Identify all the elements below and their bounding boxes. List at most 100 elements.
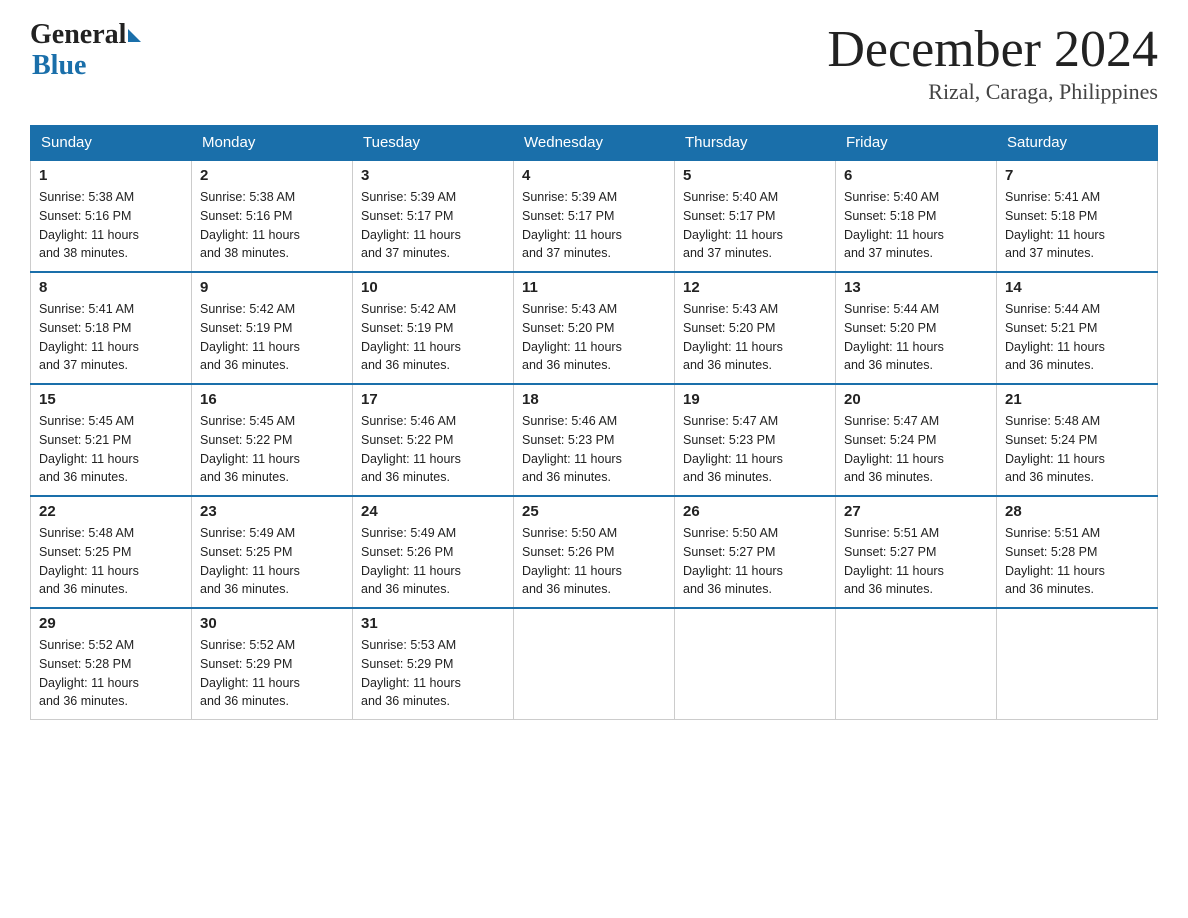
day-number: 16: [200, 391, 344, 408]
calendar-week-row: 29 Sunrise: 5:52 AMSunset: 5:28 PMDaylig…: [31, 608, 1158, 720]
col-monday: Monday: [192, 126, 353, 161]
logo-triangle-icon: [128, 29, 141, 42]
title-block: December 2024 Rizal, Caraga, Philippines: [827, 20, 1158, 105]
table-row: 6 Sunrise: 5:40 AMSunset: 5:18 PMDayligh…: [836, 160, 997, 272]
day-info: Sunrise: 5:47 AMSunset: 5:23 PMDaylight:…: [683, 414, 783, 484]
table-row: 20 Sunrise: 5:47 AMSunset: 5:24 PMDaylig…: [836, 384, 997, 496]
day-info: Sunrise: 5:43 AMSunset: 5:20 PMDaylight:…: [683, 302, 783, 372]
day-info: Sunrise: 5:38 AMSunset: 5:16 PMDaylight:…: [39, 190, 139, 260]
day-number: 27: [844, 503, 988, 520]
day-number: 28: [1005, 503, 1149, 520]
day-number: 20: [844, 391, 988, 408]
day-info: Sunrise: 5:52 AMSunset: 5:28 PMDaylight:…: [39, 638, 139, 708]
day-info: Sunrise: 5:46 AMSunset: 5:22 PMDaylight:…: [361, 414, 461, 484]
day-info: Sunrise: 5:42 AMSunset: 5:19 PMDaylight:…: [361, 302, 461, 372]
day-info: Sunrise: 5:50 AMSunset: 5:27 PMDaylight:…: [683, 526, 783, 596]
day-info: Sunrise: 5:40 AMSunset: 5:18 PMDaylight:…: [844, 190, 944, 260]
table-row: 7 Sunrise: 5:41 AMSunset: 5:18 PMDayligh…: [997, 160, 1158, 272]
day-info: Sunrise: 5:47 AMSunset: 5:24 PMDaylight:…: [844, 414, 944, 484]
logo: General Blue: [30, 20, 141, 82]
day-number: 11: [522, 279, 666, 296]
table-row: 30 Sunrise: 5:52 AMSunset: 5:29 PMDaylig…: [192, 608, 353, 720]
table-row: [514, 608, 675, 720]
table-row: 16 Sunrise: 5:45 AMSunset: 5:22 PMDaylig…: [192, 384, 353, 496]
table-row: 4 Sunrise: 5:39 AMSunset: 5:17 PMDayligh…: [514, 160, 675, 272]
calendar-week-row: 15 Sunrise: 5:45 AMSunset: 5:21 PMDaylig…: [31, 384, 1158, 496]
col-wednesday: Wednesday: [514, 126, 675, 161]
day-number: 29: [39, 615, 183, 632]
table-row: 13 Sunrise: 5:44 AMSunset: 5:20 PMDaylig…: [836, 272, 997, 384]
logo-general: General: [30, 20, 126, 51]
day-info: Sunrise: 5:45 AMSunset: 5:21 PMDaylight:…: [39, 414, 139, 484]
table-row: [675, 608, 836, 720]
table-row: 26 Sunrise: 5:50 AMSunset: 5:27 PMDaylig…: [675, 496, 836, 608]
day-info: Sunrise: 5:42 AMSunset: 5:19 PMDaylight:…: [200, 302, 300, 372]
table-row: 9 Sunrise: 5:42 AMSunset: 5:19 PMDayligh…: [192, 272, 353, 384]
day-number: 26: [683, 503, 827, 520]
table-row: 24 Sunrise: 5:49 AMSunset: 5:26 PMDaylig…: [353, 496, 514, 608]
day-number: 25: [522, 503, 666, 520]
table-row: 17 Sunrise: 5:46 AMSunset: 5:22 PMDaylig…: [353, 384, 514, 496]
col-thursday: Thursday: [675, 126, 836, 161]
day-number: 10: [361, 279, 505, 296]
day-number: 13: [844, 279, 988, 296]
table-row: 23 Sunrise: 5:49 AMSunset: 5:25 PMDaylig…: [192, 496, 353, 608]
page-header: General Blue December 2024 Rizal, Caraga…: [30, 20, 1158, 105]
day-info: Sunrise: 5:43 AMSunset: 5:20 PMDaylight:…: [522, 302, 622, 372]
table-row: 31 Sunrise: 5:53 AMSunset: 5:29 PMDaylig…: [353, 608, 514, 720]
table-row: 3 Sunrise: 5:39 AMSunset: 5:17 PMDayligh…: [353, 160, 514, 272]
header-row: Sunday Monday Tuesday Wednesday Thursday…: [31, 126, 1158, 161]
day-info: Sunrise: 5:45 AMSunset: 5:22 PMDaylight:…: [200, 414, 300, 484]
col-friday: Friday: [836, 126, 997, 161]
table-row: 22 Sunrise: 5:48 AMSunset: 5:25 PMDaylig…: [31, 496, 192, 608]
day-info: Sunrise: 5:48 AMSunset: 5:24 PMDaylight:…: [1005, 414, 1105, 484]
month-title: December 2024: [827, 20, 1158, 79]
table-row: 12 Sunrise: 5:43 AMSunset: 5:20 PMDaylig…: [675, 272, 836, 384]
day-info: Sunrise: 5:51 AMSunset: 5:27 PMDaylight:…: [844, 526, 944, 596]
col-sunday: Sunday: [31, 126, 192, 161]
table-row: 10 Sunrise: 5:42 AMSunset: 5:19 PMDaylig…: [353, 272, 514, 384]
day-info: Sunrise: 5:44 AMSunset: 5:20 PMDaylight:…: [844, 302, 944, 372]
day-info: Sunrise: 5:39 AMSunset: 5:17 PMDaylight:…: [361, 190, 461, 260]
day-number: 23: [200, 503, 344, 520]
day-info: Sunrise: 5:52 AMSunset: 5:29 PMDaylight:…: [200, 638, 300, 708]
table-row: 27 Sunrise: 5:51 AMSunset: 5:27 PMDaylig…: [836, 496, 997, 608]
table-row: 18 Sunrise: 5:46 AMSunset: 5:23 PMDaylig…: [514, 384, 675, 496]
day-info: Sunrise: 5:53 AMSunset: 5:29 PMDaylight:…: [361, 638, 461, 708]
day-number: 31: [361, 615, 505, 632]
table-row: 8 Sunrise: 5:41 AMSunset: 5:18 PMDayligh…: [31, 272, 192, 384]
logo-blue: Blue: [32, 51, 141, 82]
day-info: Sunrise: 5:48 AMSunset: 5:25 PMDaylight:…: [39, 526, 139, 596]
table-row: 29 Sunrise: 5:52 AMSunset: 5:28 PMDaylig…: [31, 608, 192, 720]
location-subtitle: Rizal, Caraga, Philippines: [827, 79, 1158, 105]
table-row: 15 Sunrise: 5:45 AMSunset: 5:21 PMDaylig…: [31, 384, 192, 496]
day-info: Sunrise: 5:41 AMSunset: 5:18 PMDaylight:…: [1005, 190, 1105, 260]
day-number: 8: [39, 279, 183, 296]
day-info: Sunrise: 5:40 AMSunset: 5:17 PMDaylight:…: [683, 190, 783, 260]
day-number: 3: [361, 167, 505, 184]
col-tuesday: Tuesday: [353, 126, 514, 161]
day-info: Sunrise: 5:49 AMSunset: 5:26 PMDaylight:…: [361, 526, 461, 596]
day-number: 22: [39, 503, 183, 520]
calendar-week-row: 8 Sunrise: 5:41 AMSunset: 5:18 PMDayligh…: [31, 272, 1158, 384]
day-number: 19: [683, 391, 827, 408]
table-row: 21 Sunrise: 5:48 AMSunset: 5:24 PMDaylig…: [997, 384, 1158, 496]
day-info: Sunrise: 5:49 AMSunset: 5:25 PMDaylight:…: [200, 526, 300, 596]
table-row: 2 Sunrise: 5:38 AMSunset: 5:16 PMDayligh…: [192, 160, 353, 272]
calendar-week-row: 1 Sunrise: 5:38 AMSunset: 5:16 PMDayligh…: [31, 160, 1158, 272]
day-number: 7: [1005, 167, 1149, 184]
table-row: 14 Sunrise: 5:44 AMSunset: 5:21 PMDaylig…: [997, 272, 1158, 384]
day-info: Sunrise: 5:44 AMSunset: 5:21 PMDaylight:…: [1005, 302, 1105, 372]
day-number: 14: [1005, 279, 1149, 296]
day-number: 30: [200, 615, 344, 632]
day-number: 1: [39, 167, 183, 184]
day-number: 9: [200, 279, 344, 296]
day-info: Sunrise: 5:38 AMSunset: 5:16 PMDaylight:…: [200, 190, 300, 260]
table-row: 5 Sunrise: 5:40 AMSunset: 5:17 PMDayligh…: [675, 160, 836, 272]
calendar-week-row: 22 Sunrise: 5:48 AMSunset: 5:25 PMDaylig…: [31, 496, 1158, 608]
day-info: Sunrise: 5:39 AMSunset: 5:17 PMDaylight:…: [522, 190, 622, 260]
day-info: Sunrise: 5:50 AMSunset: 5:26 PMDaylight:…: [522, 526, 622, 596]
calendar-table: Sunday Monday Tuesday Wednesday Thursday…: [30, 125, 1158, 720]
table-row: 25 Sunrise: 5:50 AMSunset: 5:26 PMDaylig…: [514, 496, 675, 608]
day-info: Sunrise: 5:46 AMSunset: 5:23 PMDaylight:…: [522, 414, 622, 484]
